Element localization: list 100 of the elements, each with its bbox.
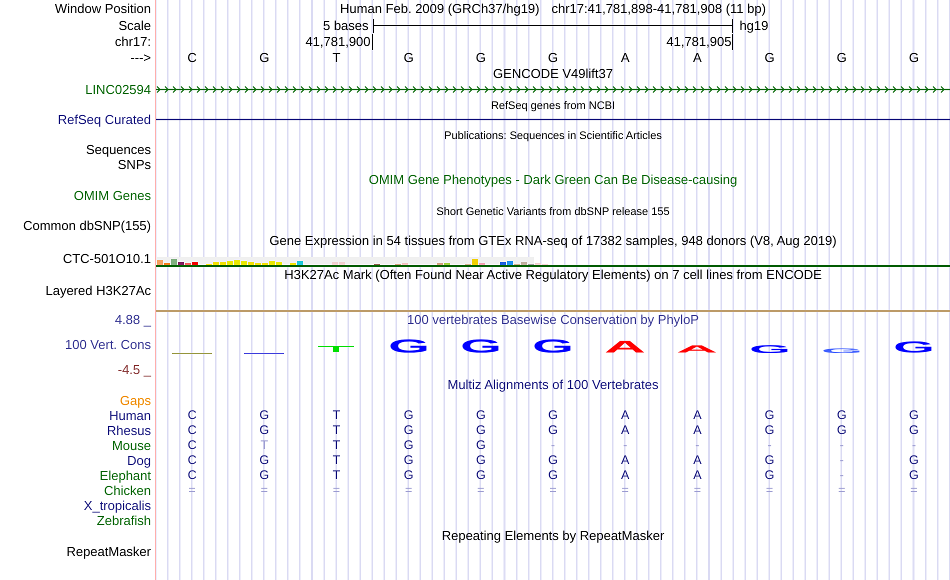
base-letter: G [764, 50, 775, 66]
alignment-base: = [549, 483, 557, 498]
alignment-base: T [332, 408, 340, 423]
track-label: OMIM Genes [74, 188, 152, 203]
track-title: Short Genetic Variants from dbSNP release 155 [436, 206, 670, 218]
alignment-base: C [188, 423, 197, 438]
alignment-base: G [836, 423, 847, 438]
alignment-base: = [622, 483, 629, 498]
alignment-base: A [621, 453, 630, 468]
conservation-letter: G [892, 341, 935, 353]
alignment-base: C [188, 438, 197, 453]
alignment-base: G [259, 468, 270, 483]
track-label: Elephant [100, 468, 152, 483]
alignment-base: T [332, 438, 340, 453]
alignment-base: G [909, 423, 919, 438]
alignment-base: A [693, 408, 702, 423]
track-label: X_tropicalis [84, 498, 152, 513]
track-label: Zebrafish [96, 513, 152, 528]
track-label: Scale [118, 17, 152, 34]
track-label: Sequences [86, 142, 152, 157]
track-title: Publications: Sequences in Scientific Articles [444, 130, 662, 142]
base-letter: G [908, 50, 919, 66]
gene-line[interactable] [156, 86, 950, 94]
alignment-base: G [764, 423, 774, 438]
track-label: Chicken [104, 483, 152, 498]
alignment-base: - [767, 438, 772, 453]
alignment-base: G [404, 408, 414, 423]
alignment-base: G [259, 453, 270, 468]
alignment-base: = [188, 483, 196, 498]
track-label: -4.5 _ [118, 362, 152, 377]
track-title: H3K27Ac Mark (Often Found Near Active Regulatory Elements) on 7 cell lines from ENCODE [284, 267, 822, 282]
alignment-base: G [764, 453, 774, 468]
track-title: OMIM Gene Phenotypes - Dark Green Can Be Disease-causing [368, 172, 738, 187]
alignment-base: = [910, 483, 918, 498]
track-title: RefSeq genes from NCBI [490, 100, 616, 112]
alignment-base: G [404, 438, 414, 453]
track-title: GENCODE V49lift37 [493, 66, 613, 81]
track-label: ---> [130, 50, 152, 66]
alignment-base: - [695, 438, 700, 453]
alignment-base: G [836, 408, 847, 423]
alignment-base: C [188, 468, 197, 483]
alignment-base: G [548, 453, 558, 468]
alignment-base: T [332, 423, 340, 438]
alignment-base: = [332, 483, 340, 498]
track-label: CTC-501O10.1 [62, 250, 152, 268]
base-letter: A [693, 50, 702, 66]
alignment-base: G [764, 408, 774, 423]
alignment-base: G [404, 468, 414, 483]
track-label: Gaps [120, 393, 152, 408]
alignment-base: A [693, 423, 702, 438]
track-label: RepeatMasker [66, 544, 152, 559]
alignment-base: C [188, 453, 197, 468]
assembly-title: Human Feb. 2009 (GRCh37/hg19) [340, 0, 540, 17]
track-label: 4.88 _ [114, 312, 152, 328]
alignment-base: G [548, 408, 558, 423]
alignment-base: = [766, 483, 774, 498]
track-title: Gene Expression in 54 tissues from GTEx RNA-seq of 17382 samples, 948 donors (V8, Aug 2019) [269, 233, 837, 248]
alignment-base: = [477, 483, 484, 498]
alignment-base: T [332, 453, 340, 468]
alignment-base: A [693, 453, 702, 468]
conservation-letter: G [748, 344, 791, 353]
alignment-base: T [332, 468, 340, 483]
track-label: Human [109, 408, 152, 423]
alignment-base: G [476, 423, 486, 438]
alignment-base: A [693, 468, 702, 483]
track-label: Layered H3K27Ac [45, 283, 152, 298]
alignment-base: - [912, 438, 916, 453]
track-label: Dog [127, 453, 152, 468]
alignment-base: G [764, 468, 774, 483]
alignment-base: G [909, 453, 919, 468]
track-title: Multiz Alignments of 100 Vertebrates [447, 377, 658, 392]
alignment-base: = [404, 483, 412, 498]
track-title: 100 vertebrates Basewise Conservation by PhyloP [407, 312, 699, 327]
alignment-base: G [476, 408, 486, 423]
base-letter: A [620, 50, 630, 66]
alignment-base: - [840, 468, 844, 483]
track-title: Repeating Elements by RepeatMasker [442, 528, 664, 543]
position-title: chr17:41,781,898-41,781,908 (11 bp) [552, 0, 766, 17]
track-label: LINC02594 [85, 82, 152, 97]
alignment-base: G [548, 423, 558, 438]
alignment-base: A [621, 468, 630, 483]
alignment-base: G [476, 438, 486, 453]
coordinate-label: 41,781,900 [305, 34, 373, 50]
track-label: RefSeq Curated [58, 112, 152, 127]
alignment-base: - [840, 453, 844, 468]
alignment-base: C [188, 408, 197, 423]
base-letter: C [187, 50, 197, 66]
track-label: chr17: [114, 34, 152, 50]
track-label: Mouse [112, 438, 152, 453]
base-letter: G [259, 50, 270, 66]
conservation-letter: A [676, 345, 718, 353]
alignment-base: A [621, 408, 630, 423]
alignment-base: G [476, 453, 486, 468]
track-label: Common dbSNP(155) [23, 218, 152, 233]
alignment-base: = [694, 483, 702, 498]
gene-line[interactable] [156, 118, 950, 120]
track-label: SNPs [118, 157, 152, 172]
coordinate-label: 41,781,905 [666, 34, 734, 50]
alignment-base: G [476, 468, 486, 483]
conservation-letter: A [604, 340, 646, 353]
